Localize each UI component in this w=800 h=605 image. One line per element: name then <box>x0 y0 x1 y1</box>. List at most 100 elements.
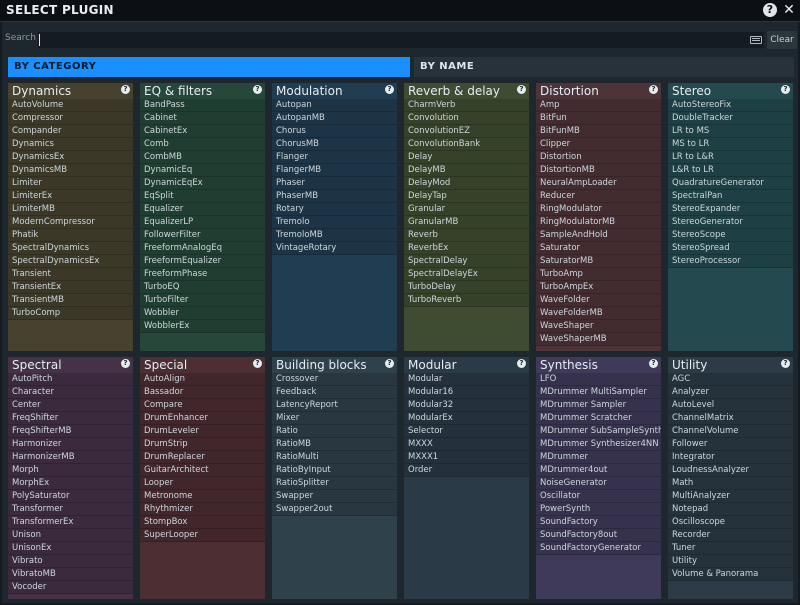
plugin-item[interactable]: Center <box>8 399 133 412</box>
plugin-item[interactable]: MorphEx <box>8 477 133 490</box>
tab-by-name[interactable]: BY NAME <box>414 57 794 77</box>
plugin-item[interactable]: LoudnessAnalyzer <box>668 464 793 477</box>
clear-button[interactable]: Clear <box>767 31 797 49</box>
plugin-item[interactable]: Character <box>8 386 133 399</box>
plugin-item[interactable]: Granular <box>404 203 529 216</box>
plugin-item[interactable]: DistortionMB <box>536 164 661 177</box>
plugin-item[interactable]: Math <box>668 477 793 490</box>
plugin-item[interactable]: LimiterMB <box>8 203 133 216</box>
plugin-item[interactable]: PolySaturator <box>8 490 133 503</box>
plugin-item[interactable]: NeuralAmpLoader <box>536 177 661 190</box>
plugin-item[interactable]: Tremolo <box>272 216 397 229</box>
plugin-item[interactable]: TurboDelay <box>404 281 529 294</box>
plugin-item[interactable]: RingModulatorMB <box>536 216 661 229</box>
plugin-item[interactable]: Amp <box>536 99 661 112</box>
plugin-item[interactable]: Mixer <box>272 412 397 425</box>
plugin-item[interactable]: ModularEx <box>404 412 529 425</box>
plugin-item[interactable]: DrumEnhancer <box>140 412 265 425</box>
plugin-item[interactable]: CharmVerb <box>404 99 529 112</box>
plugin-item[interactable]: ChannelVolume <box>668 425 793 438</box>
plugin-item[interactable]: FreeformEqualizer <box>140 255 265 268</box>
plugin-item[interactable]: AutoStereoFix <box>668 99 793 112</box>
plugin-item[interactable]: Integrator <box>668 451 793 464</box>
plugin-item[interactable]: Morph <box>8 464 133 477</box>
plugin-item[interactable]: BitFunMB <box>536 125 661 138</box>
plugin-item[interactable]: Tuner <box>668 542 793 555</box>
plugin-item[interactable]: SpectralPan <box>668 190 793 203</box>
plugin-item[interactable]: DrumReplacer <box>140 451 265 464</box>
plugin-item[interactable]: Dynamics <box>8 138 133 151</box>
plugin-item[interactable]: TransientMB <box>8 294 133 307</box>
plugin-item[interactable]: Recorder <box>668 529 793 542</box>
plugin-item[interactable]: Utility <box>668 555 793 568</box>
plugin-item[interactable]: Oscilloscope <box>668 516 793 529</box>
plugin-item[interactable]: StereoProcessor <box>668 255 793 268</box>
plugin-item[interactable]: ReverbEx <box>404 242 529 255</box>
plugin-item[interactable]: SpectralDelay <box>404 255 529 268</box>
close-icon[interactable]: ✕ <box>781 1 797 19</box>
plugin-item[interactable]: GranularMB <box>404 216 529 229</box>
plugin-item[interactable]: WaveShaper <box>536 320 661 333</box>
plugin-item[interactable]: Oscillator <box>536 490 661 503</box>
plugin-item[interactable]: Saturator <box>536 242 661 255</box>
plugin-item[interactable]: MDrummer Scratcher <box>536 412 661 425</box>
plugin-item[interactable]: TurboAmp <box>536 268 661 281</box>
plugin-item[interactable]: BitFun <box>536 112 661 125</box>
plugin-item[interactable]: Order <box>404 464 529 477</box>
plugin-item[interactable]: Convolution <box>404 112 529 125</box>
plugin-item[interactable]: AutoPitch <box>8 373 133 386</box>
plugin-item[interactable]: TransientEx <box>8 281 133 294</box>
category-help-icon[interactable]: ? <box>781 359 790 368</box>
category-help-icon[interactable]: ? <box>517 85 526 94</box>
plugin-item[interactable]: Limiter <box>8 177 133 190</box>
search-input[interactable] <box>38 32 764 48</box>
plugin-item[interactable]: ModernCompressor <box>8 216 133 229</box>
plugin-item[interactable]: DelayTap <box>404 190 529 203</box>
plugin-item[interactable]: Unison <box>8 529 133 542</box>
plugin-item[interactable]: SpectralDynamicsEx <box>8 255 133 268</box>
plugin-item[interactable]: MultiAnalyzer <box>668 490 793 503</box>
plugin-item[interactable]: RatioSplitter <box>272 477 397 490</box>
plugin-item[interactable]: PhaserMB <box>272 190 397 203</box>
plugin-item[interactable]: Ratio <box>272 425 397 438</box>
category-help-icon[interactable]: ? <box>121 359 130 368</box>
plugin-item[interactable]: Volume & Panorama <box>668 568 793 581</box>
plugin-item[interactable]: DynamicEq <box>140 164 265 177</box>
plugin-item[interactable]: NoiseGenerator <box>536 477 661 490</box>
plugin-item[interactable]: PowerSynth <box>536 503 661 516</box>
plugin-item[interactable]: AutoAlign <box>140 373 265 386</box>
plugin-item[interactable]: Wobbler <box>140 307 265 320</box>
plugin-item[interactable]: Delay <box>404 151 529 164</box>
plugin-item[interactable]: WaveFolder <box>536 294 661 307</box>
plugin-item[interactable]: ConvolutionBank <box>404 138 529 151</box>
plugin-item[interactable]: Comb <box>140 138 265 151</box>
plugin-item[interactable]: WaveFolderMB <box>536 307 661 320</box>
plugin-item[interactable]: SoundFactory <box>536 516 661 529</box>
plugin-item[interactable]: ConvolutionEZ <box>404 125 529 138</box>
tab-by-category[interactable]: BY CATEGORY <box>8 57 410 77</box>
plugin-item[interactable]: LimiterEx <box>8 190 133 203</box>
plugin-item[interactable]: Reducer <box>536 190 661 203</box>
plugin-item[interactable]: RingModulator <box>536 203 661 216</box>
plugin-item[interactable]: SoundFactory8out <box>536 529 661 542</box>
plugin-item[interactable]: Transient <box>8 268 133 281</box>
plugin-item[interactable]: MS to LR <box>668 138 793 151</box>
plugin-item[interactable]: TremoloMB <box>272 229 397 242</box>
plugin-item[interactable]: WaveShaperMB <box>536 333 661 346</box>
plugin-item[interactable]: Looper <box>140 477 265 490</box>
plugin-item[interactable]: FreqShifterMB <box>8 425 133 438</box>
plugin-item[interactable]: FollowerFilter <box>140 229 265 242</box>
plugin-item[interactable]: Reverb <box>404 229 529 242</box>
plugin-item[interactable]: Harmonizer <box>8 438 133 451</box>
plugin-item[interactable]: Vibrato <box>8 555 133 568</box>
plugin-item[interactable]: SoundFactoryGenerator <box>536 542 661 555</box>
plugin-item[interactable]: DynamicEqEx <box>140 177 265 190</box>
plugin-item[interactable]: Transformer <box>8 503 133 516</box>
plugin-item[interactable]: StereoGenerator <box>668 216 793 229</box>
plugin-item[interactable]: Selector <box>404 425 529 438</box>
plugin-item[interactable]: SpectralDelayEx <box>404 268 529 281</box>
plugin-item[interactable]: Chorus <box>272 125 397 138</box>
plugin-item[interactable]: DynamicsEx <box>8 151 133 164</box>
plugin-item[interactable]: TurboAmpEx <box>536 281 661 294</box>
plugin-item[interactable]: Phaser <box>272 177 397 190</box>
